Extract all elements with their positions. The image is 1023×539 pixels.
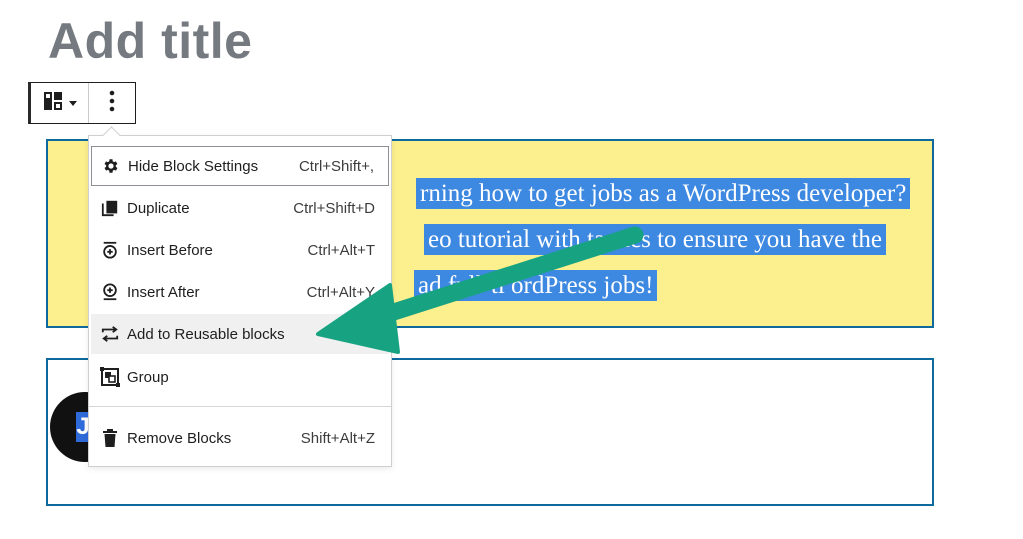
menu-item-label: Add to Reusable blocks <box>127 325 285 343</box>
menu-item-label: Duplicate <box>127 199 190 217</box>
menu-item-label: Insert After <box>127 283 200 301</box>
group-icon <box>99 366 121 388</box>
more-options-button[interactable] <box>89 83 135 123</box>
menu-item-label: Insert Before <box>127 241 213 259</box>
duplicate-icon <box>99 197 121 219</box>
chevron-down-icon <box>68 94 77 112</box>
block-options-menu: Hide Block Settings Ctrl+Shift+, Duplica… <box>88 135 392 467</box>
menu-item-insert-after[interactable]: Insert After Ctrl+Alt+Y <box>91 272 389 312</box>
menu-item-duplicate[interactable]: Duplicate Ctrl+Shift+D <box>91 188 389 228</box>
menu-item-label: Hide Block Settings <box>128 157 259 175</box>
menu-divider <box>89 406 391 407</box>
trash-icon <box>99 427 121 449</box>
insert-before-icon <box>99 239 121 261</box>
block-switcher-button[interactable] <box>31 83 89 123</box>
menu-item-insert-before[interactable]: Insert Before Ctrl+Alt+T <box>91 230 389 270</box>
post-title-placeholder[interactable]: Add title <box>48 12 252 70</box>
menu-item-shortcut: Ctrl+Alt+Y <box>306 283 375 301</box>
text-line: ad full-ti ordPress jobs! <box>414 263 908 309</box>
menu-item-shortcut: Ctrl+Shift+, <box>298 157 374 175</box>
menu-item-label: Remove Blocks <box>127 429 232 447</box>
menu-item-hide-block-settings[interactable]: Hide Block Settings Ctrl+Shift+, <box>91 146 389 186</box>
menu-item-group[interactable]: Group <box>91 357 389 397</box>
text-line: rning how to get jobs as a WordPress dev… <box>416 171 911 217</box>
menu-item-shortcut: Ctrl+Shift+D <box>293 199 375 217</box>
menu-item-label: Group <box>127 368 169 386</box>
block-layout-icon <box>43 91 63 116</box>
menu-item-add-to-reusable-blocks[interactable]: Add to Reusable blocks <box>91 314 389 354</box>
gear-icon <box>100 155 122 177</box>
vertical-ellipsis-icon <box>109 90 115 117</box>
text-line: eo tutorial with tactics to ensure you h… <box>424 217 918 263</box>
menu-item-shortcut: Ctrl+Alt+T <box>307 241 375 259</box>
reusable-block-icon <box>99 323 121 345</box>
menu-item-shortcut: Shift+Alt+Z <box>300 429 375 447</box>
block-toolbar <box>28 82 136 124</box>
menu-item-remove-blocks[interactable]: Remove Blocks Shift+Alt+Z <box>91 418 389 458</box>
insert-after-icon <box>99 281 121 303</box>
